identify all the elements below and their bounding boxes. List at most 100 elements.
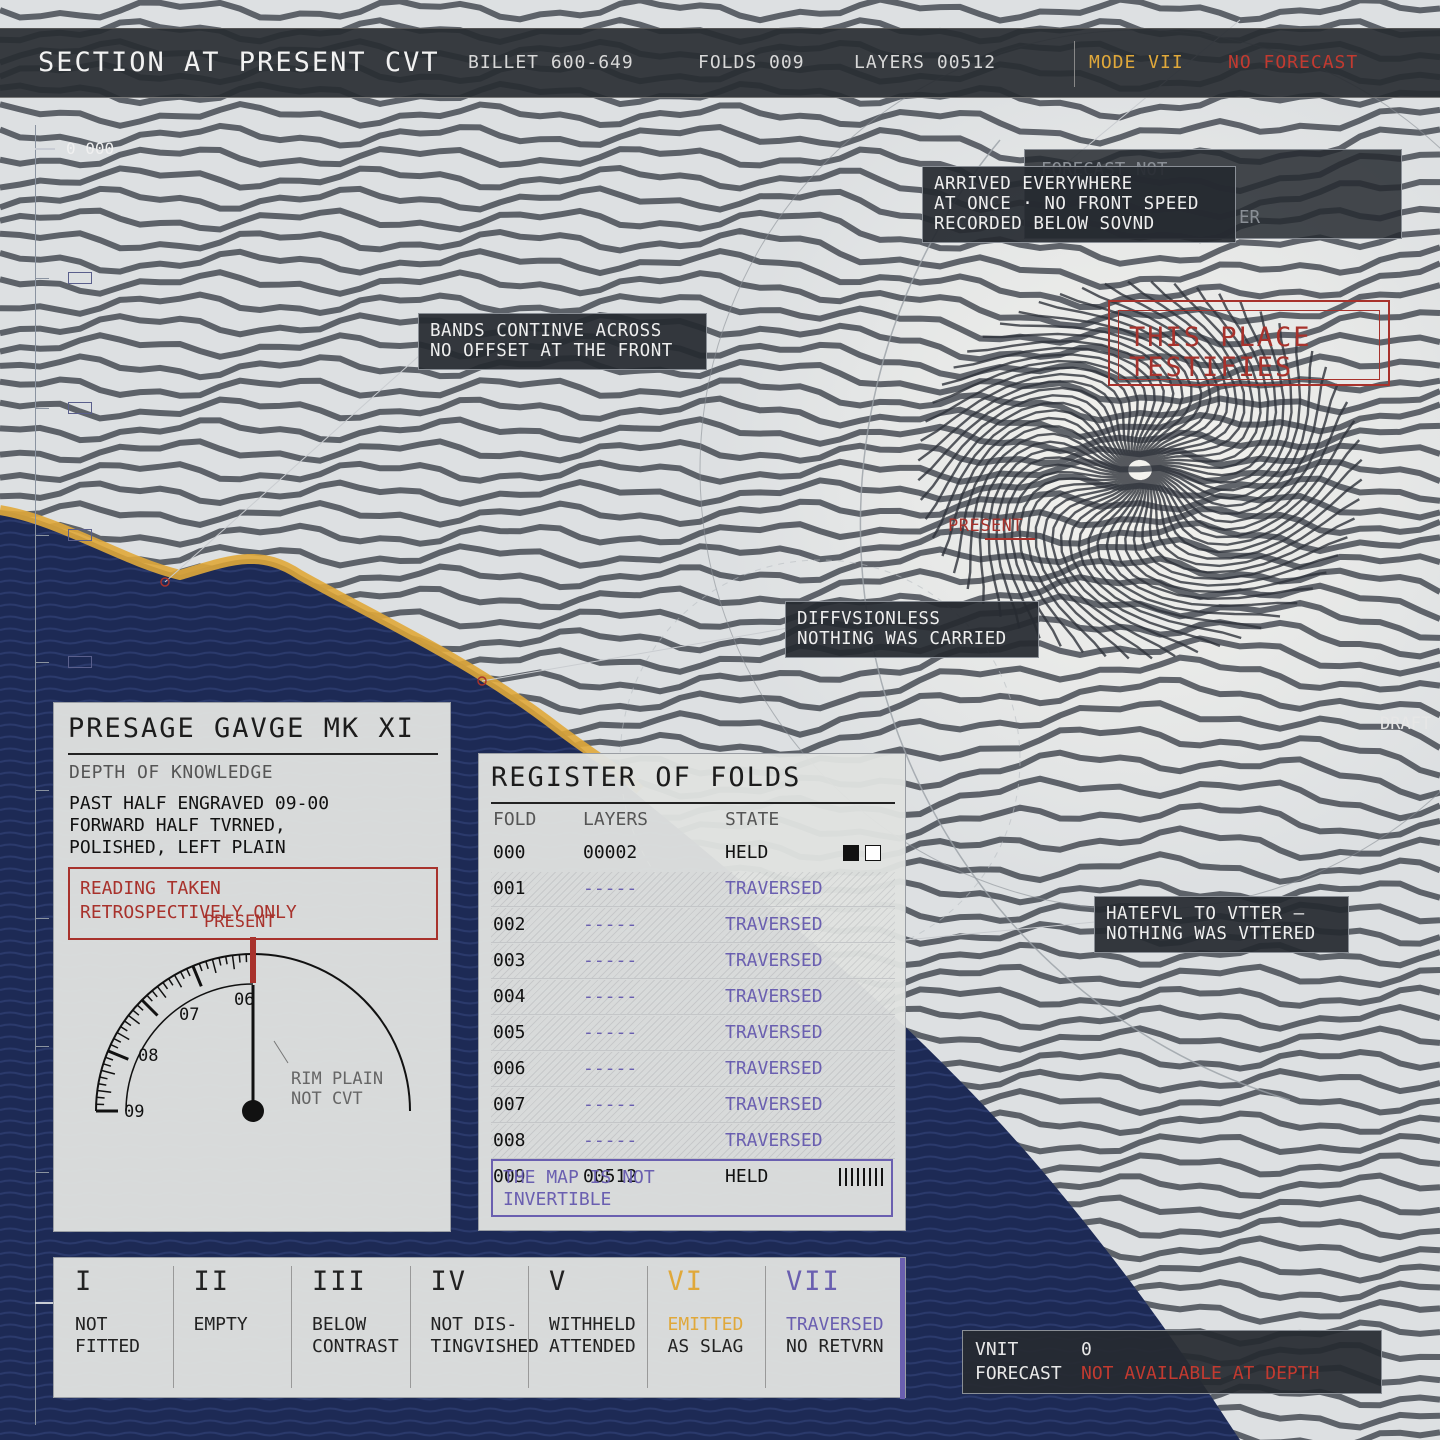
class-label: EMITTED <box>667 1314 744 1335</box>
mode-indicator[interactable]: MODE VII <box>1089 29 1184 97</box>
class-label: TRAVERSED <box>786 1314 884 1335</box>
fold-row[interactable]: 001 ----- TRAVERSED <box>491 872 895 907</box>
ruler-tick <box>35 408 49 409</box>
ruler-marker <box>68 272 92 284</box>
fold-layers: ----- <box>583 1130 638 1151</box>
ruler-tick <box>35 1046 49 1047</box>
class-label: AS SLAG <box>667 1336 744 1357</box>
ruler-tick <box>35 790 49 791</box>
ruler-marker <box>68 529 92 541</box>
fold-state: HELD <box>725 842 769 863</box>
section-title: SECTION AT PRESENT CVT <box>38 47 440 78</box>
fold-layers: ----- <box>583 1058 638 1079</box>
fold-layers: ----- <box>583 1094 638 1115</box>
register-of-folds-panel: REGISTER OF FOLDS FOLD LAYERS STATE 000 0… <box>478 753 906 1231</box>
gauge-tick <box>116 1031 130 1041</box>
fold-number: 006 <box>493 1058 526 1079</box>
black-swatch-icon <box>843 845 859 861</box>
class-cell[interactable]: IV NOT DIS- TINGVISHED <box>410 1258 539 1399</box>
top-bar: SECTION AT PRESENT CVT BILLET 600-649 FO… <box>0 28 1440 98</box>
column-header-fold: FOLD <box>493 809 537 830</box>
ruler-top-label: 0 000 <box>66 139 115 158</box>
register-title: REGISTER OF FOLDS <box>491 762 802 793</box>
class-divider <box>528 1266 529 1388</box>
callout-bands: BANDS CONTINVE ACROSS NO OFFSET AT THE F… <box>418 313 707 370</box>
class-numeral: IV <box>430 1266 468 1297</box>
class-divider <box>765 1266 766 1388</box>
fold-row[interactable]: 002 ----- TRAVERSED <box>491 908 895 943</box>
column-header-layers: LAYERS <box>583 809 649 830</box>
class-cell[interactable]: II EMPTY <box>173 1258 291 1399</box>
fold-row[interactable]: 006 ----- TRAVERSED <box>491 1052 895 1087</box>
gauge-tick <box>191 965 203 987</box>
unit-label: VNIT <box>975 1339 1019 1360</box>
class-label: WITHHELD ATTENDED <box>549 1314 636 1357</box>
testifies-stamp: THIS PLACE TESTIFIES <box>1108 300 1390 386</box>
class-divider <box>172 1266 174 1388</box>
callout-diffusionless: DIFFVSIONLESS NOTHING WAS CARRIED <box>785 601 1039 658</box>
ruler-tick <box>35 535 49 536</box>
ruler-marker <box>68 656 92 668</box>
ruler-tick <box>35 1302 55 1304</box>
fold-state: TRAVERSED <box>725 1094 823 1115</box>
class-numeral: II <box>193 1266 231 1297</box>
billet-label: BILLET 600-649 <box>468 52 634 73</box>
gauge-tick <box>96 1096 105 1099</box>
fold-layers: ----- <box>583 1022 638 1043</box>
fold-row[interactable]: 004 ----- TRAVERSED <box>491 980 895 1015</box>
class-numeral: III <box>312 1266 367 1297</box>
class-divider <box>409 1266 411 1388</box>
class-label: BELOW CONTRAST <box>312 1314 399 1357</box>
class-label: NOT DIS- TINGVISHED <box>430 1314 539 1357</box>
class-cell[interactable]: I NOT FITTED <box>54 1258 172 1399</box>
fold-state: TRAVERSED <box>725 914 823 935</box>
fold-number: 005 <box>493 1022 526 1043</box>
gauge-scale-label: 08 <box>138 1046 158 1066</box>
gauge-tick <box>173 974 183 988</box>
fold-number: 003 <box>493 950 526 971</box>
unit-value: 0 <box>1081 1339 1092 1360</box>
gauge-tick <box>107 1049 129 1061</box>
fold-layers: 00002 <box>583 842 638 863</box>
class-cell[interactable]: VII TRAVERSED NO RETVRN <box>765 1258 884 1399</box>
fold-layers: ----- <box>583 986 638 1007</box>
fold-row[interactable]: 007 ----- TRAVERSED <box>491 1088 895 1123</box>
fold-layers: ----- <box>583 878 638 899</box>
fold-layers: ----- <box>583 914 638 935</box>
class-numeral: I <box>75 1266 94 1297</box>
edge-label: DRAFT <box>1380 714 1432 734</box>
forecast-label: FORECAST <box>975 1363 1062 1384</box>
class-label: NOT FITTED <box>75 1314 141 1357</box>
fold-row[interactable]: 005 ----- TRAVERSED <box>491 1016 895 1051</box>
fold-row[interactable]: 008 ----- TRAVERSED <box>491 1124 895 1159</box>
white-swatch-icon <box>865 845 881 861</box>
gauge-scale-label: 07 <box>179 1005 199 1025</box>
fold-state: TRAVERSED <box>725 986 823 1007</box>
gauge-present-label: PRESENT <box>204 912 276 932</box>
callout-hateful: HATEFVL TO VTTER — NOTHING WAS VTTERED <box>1094 896 1349 953</box>
class-cell[interactable]: V WITHHELD ATTENDED <box>528 1258 646 1399</box>
title-rule <box>491 802 895 804</box>
unit-forecast-box: VNIT 0 FORECAST NOT AVAILABLE AT DEPTH <box>962 1330 1382 1394</box>
presage-gauge-panel: PRESAGE GAVGE MK XI DEPTH OF KNOWLEDGE P… <box>53 702 451 1232</box>
class-divider <box>646 1266 648 1388</box>
class-cell[interactable]: III BELOW CONTRAST <box>291 1258 409 1399</box>
callout-behind-tail: ER <box>1239 208 1261 228</box>
ruler-tick <box>35 148 55 150</box>
rim-note: RIM PLAIN <box>291 1069 383 1089</box>
fold-number: 002 <box>493 914 526 935</box>
fold-state: TRAVERSED <box>725 1130 823 1151</box>
fold-number: 008 <box>493 1130 526 1151</box>
class-numeral: VI <box>667 1266 705 1297</box>
fold-number: 007 <box>493 1094 526 1115</box>
gauge-scale-label: 06 <box>234 990 254 1010</box>
fold-number: 001 <box>493 878 526 899</box>
class-cell[interactable]: VI EMITTED AS SLAG <box>647 1258 765 1399</box>
fold-row[interactable]: 003 ----- TRAVERSED <box>491 944 895 979</box>
ruler-tick <box>35 278 49 279</box>
forecast-value: NOT AVAILABLE AT DEPTH <box>1081 1363 1320 1384</box>
ruler-marker <box>68 402 92 414</box>
depth-ruler <box>35 125 36 1425</box>
fold-row[interactable]: 000 00002 HELD <box>491 836 895 870</box>
fold-state: TRAVERSED <box>725 1058 823 1079</box>
